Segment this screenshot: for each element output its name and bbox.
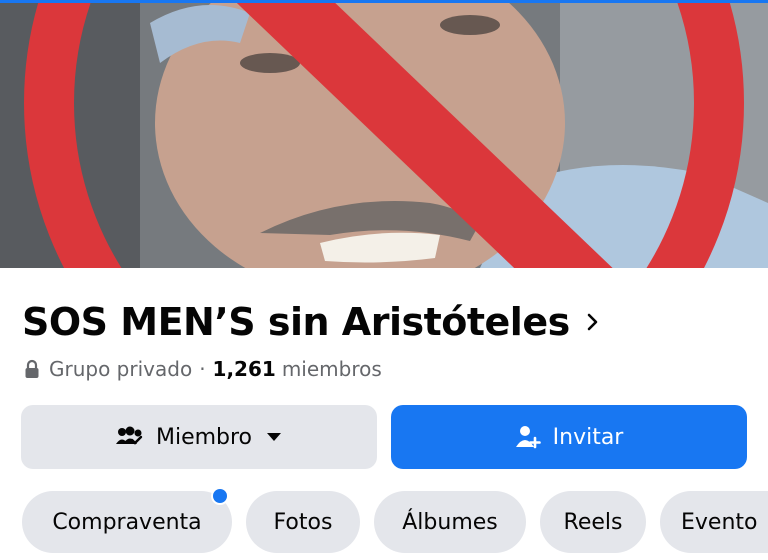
chevron-right-icon[interactable] [586,311,600,333]
tab-eventos[interactable]: Evento [660,491,768,553]
invite-button-label: Invitar [552,424,624,450]
caret-down-icon [266,432,282,442]
invite-button[interactable]: Invitar [391,405,747,469]
meta-separator: · [199,357,206,381]
group-name[interactable]: SOS MEN’S sin Aristóteles [22,300,570,344]
group-title-row[interactable]: SOS MEN’S sin Aristóteles [22,292,600,352]
group-meta: Grupo privado · 1,261 miembros [24,355,382,383]
member-button-label: Miembro [155,424,253,450]
lock-icon [24,359,40,379]
group-cover-photo[interactable] [0,3,768,268]
tab-label: Evento [681,509,758,535]
members-label[interactable]: miembros [282,357,382,381]
notification-dot [211,487,229,505]
tab-label: Reels [563,509,623,535]
tab-compraventa[interactable]: Compraventa [22,491,232,553]
group-privacy: Grupo privado [49,357,193,381]
member-count[interactable]: 1,261 [213,357,276,381]
tab-reels[interactable]: Reels [540,491,646,553]
group-tabs: Compraventa Fotos Álbumes Reels Evento [0,487,768,555]
add-person-icon [515,424,541,450]
tab-label: Compraventa [52,509,202,535]
member-status-button[interactable]: Miembro [21,405,377,469]
cover-illustration [0,3,768,268]
tab-fotos[interactable]: Fotos [246,491,360,553]
tab-albumes[interactable]: Álbumes [374,491,526,553]
tab-label: Fotos [273,509,333,535]
group-members-icon [115,426,144,448]
tab-label: Álbumes [402,509,498,535]
